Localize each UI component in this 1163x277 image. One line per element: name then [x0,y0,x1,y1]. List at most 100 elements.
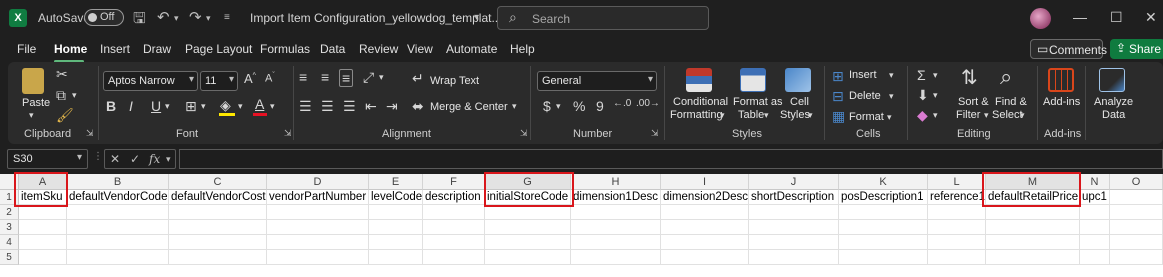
tab-draw[interactable]: Draw [143,42,171,56]
cell-l4[interactable] [928,235,986,250]
row-header-1[interactable]: 1 [0,190,19,205]
cell-f4[interactable] [423,235,485,250]
cell-h4[interactable] [571,235,661,250]
column-header-g[interactable]: G [485,174,571,190]
column-header-k[interactable]: K [839,174,928,190]
cell-m5[interactable] [986,250,1080,265]
bold-icon[interactable]: B [106,99,116,113]
analyze-data-label[interactable]: Analyze [1094,96,1133,108]
cell-m4[interactable] [986,235,1080,250]
undo-icon[interactable]: ↶ [157,8,170,26]
tab-home[interactable]: Home [54,42,87,56]
search-box[interactable]: ⌕ Search [497,6,709,30]
cell-c4[interactable] [169,235,267,250]
formula-input[interactable] [179,149,1163,169]
chevron-down-icon[interactable]: ▾ [984,111,989,120]
column-header-l[interactable]: L [928,174,986,190]
increase-font-icon[interactable]: A^ [244,72,256,85]
addins-button[interactable]: Add-ins [1043,96,1080,108]
cell-i4[interactable] [661,235,749,250]
tab-insert[interactable]: Insert [100,42,130,56]
cell-n2[interactable] [1080,205,1110,220]
cell-g3[interactable] [485,220,571,235]
cell-styles-icon[interactable] [785,68,811,92]
chevron-down-icon[interactable]: ▾ [933,71,938,80]
cell-n1[interactable]: upc1 [1080,190,1110,205]
cell-n3[interactable] [1080,220,1110,235]
number-format-select[interactable]: General ▾ [537,71,657,91]
fill-color-dropdown-icon[interactable]: ▾ [238,102,243,111]
chevron-down-icon[interactable]: ▾ [889,92,894,101]
row-header-3[interactable]: 3 [0,220,19,235]
cell-e3[interactable] [369,220,423,235]
delete-button[interactable]: Delete [849,90,881,102]
column-header-o[interactable]: O [1110,174,1163,190]
cell-k4[interactable] [839,235,928,250]
font-name-select[interactable]: Aptos Narrow ▾ [103,71,198,91]
cell-e5[interactable] [369,250,423,265]
cell-g2[interactable] [485,205,571,220]
cell-j3[interactable] [749,220,839,235]
insert-function-icon[interactable]: fx [149,152,160,166]
row-header-2[interactable]: 2 [0,205,19,220]
cell-o1[interactable] [1110,190,1163,205]
align-bottom-icon[interactable]: ≡ [339,69,354,87]
cell-a1[interactable]: itemSku [19,190,67,205]
column-header-f[interactable]: F [423,174,485,190]
tab-automate[interactable]: Automate [446,42,497,56]
format-as-table-icon[interactable] [740,68,766,92]
find-select-label-2[interactable]: Select [992,109,1023,121]
conditional-formatting-label-2[interactable]: Formatting [670,109,723,121]
cell-l5[interactable] [928,250,986,265]
name-box[interactable]: S30 ▾ [7,149,88,169]
cell-l3[interactable] [928,220,986,235]
align-center-icon[interactable]: ☰ [321,99,334,113]
cell-h2[interactable] [571,205,661,220]
orientation-icon[interactable]: ⤢ [363,70,374,84]
increase-decimal-icon[interactable]: ←.0 [613,99,631,109]
column-header-b[interactable]: B [67,174,169,190]
alignment-launcher-icon[interactable]: ⇲ [520,128,528,139]
insert-cells-icon[interactable]: ⊞ [832,69,844,83]
delete-cells-icon[interactable]: ⊟ [832,89,844,103]
cell-b3[interactable] [67,220,169,235]
paste-icon[interactable] [22,68,44,94]
cell-b1[interactable]: defaultVendorCode [67,190,169,205]
cell-j1[interactable]: shortDescription [749,190,839,205]
align-middle-icon[interactable]: ≡ [321,70,329,84]
format-cells-icon[interactable]: ▦ [832,109,845,123]
cell-b5[interactable] [67,250,169,265]
customize-toolbar-icon[interactable]: ≡ [224,12,230,23]
cell-l2[interactable] [928,205,986,220]
find-select-label[interactable]: Find & [995,96,1027,108]
wrap-text-icon[interactable]: ↵ [412,71,424,85]
row-header-5[interactable]: 5 [0,250,19,265]
underline-icon[interactable]: U [151,99,161,113]
cell-m1[interactable]: defaultRetailPrice [986,190,1080,205]
column-header-e[interactable]: E [369,174,423,190]
chevron-down-icon[interactable]: ▾ [808,111,813,120]
cell-o5[interactable] [1110,250,1163,265]
column-header-c[interactable]: C [169,174,267,190]
cell-f1[interactable]: description [423,190,485,205]
cell-f3[interactable] [423,220,485,235]
font-size-select[interactable]: 11 ▾ [200,71,238,91]
format-as-table-label[interactable]: Format as [733,96,783,108]
chevron-down-icon[interactable]: ▾ [166,154,171,165]
format-painter-icon[interactable]: 🖌 [56,108,74,122]
close-icon[interactable]: ✕ [1145,9,1157,26]
currency-icon[interactable]: $ [543,99,551,113]
clipboard-launcher-icon[interactable]: ⇲ [86,128,94,139]
tab-file[interactable]: File [17,42,36,56]
tab-review[interactable]: Review [359,42,398,56]
cell-i5[interactable] [661,250,749,265]
paste-dropdown-icon[interactable]: ▾ [29,111,34,120]
column-header-h[interactable]: H [571,174,661,190]
cell-m3[interactable] [986,220,1080,235]
cell-j2[interactable] [749,205,839,220]
redo-dropdown-icon[interactable]: ▾ [206,13,211,24]
cell-e2[interactable] [369,205,423,220]
cell-c3[interactable] [169,220,267,235]
cell-g5[interactable] [485,250,571,265]
select-all-corner[interactable] [0,174,19,190]
